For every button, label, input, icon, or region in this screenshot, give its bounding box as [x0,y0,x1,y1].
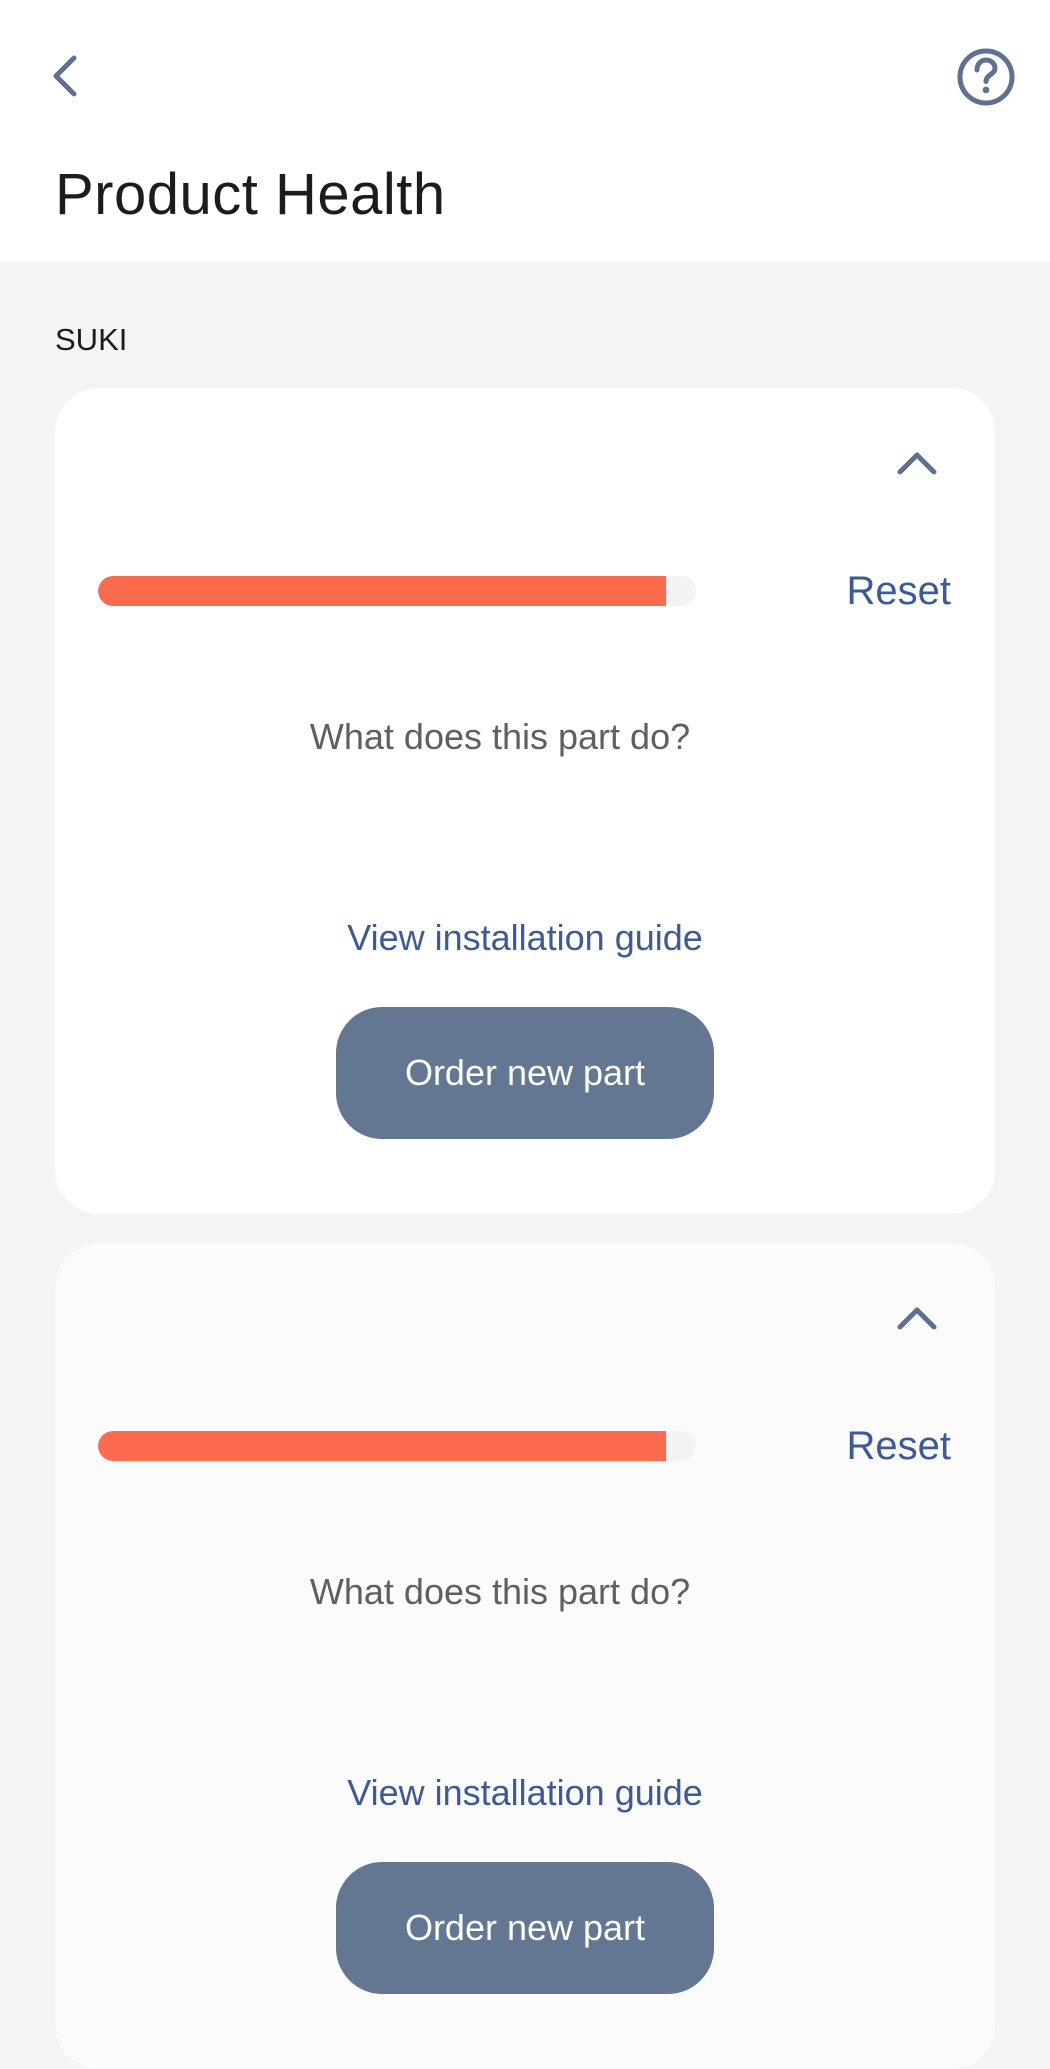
installation-guide-link[interactable]: View installation guide [55,1770,995,1816]
question-circle-icon [957,48,1015,106]
reset-button[interactable]: Reset [847,1421,952,1471]
part-health-bar [98,1431,696,1461]
reset-button[interactable]: Reset [847,566,952,616]
order-part-button[interactable]: Order new part [336,1862,714,1994]
installation-guide-link[interactable]: View installation guide [55,915,995,961]
back-button[interactable] [40,46,90,106]
order-part-button[interactable]: Order new part [336,1007,714,1139]
collapse-button[interactable] [887,1293,947,1343]
help-button[interactable] [955,46,1017,108]
part-card: Reset What does this part do? View insta… [55,388,995,1214]
device-name: SUKI [55,322,128,357]
part-card: Reset What does this part do? View insta… [55,1243,995,2069]
collapse-button[interactable] [887,438,947,488]
part-info-link[interactable]: What does this part do? [55,714,945,760]
page-title: Product Health [55,162,446,227]
chevron-up-icon [897,452,937,475]
part-info-link[interactable]: What does this part do? [55,1569,945,1615]
chevron-up-icon [897,1307,937,1330]
part-health-bar [98,576,696,606]
chevron-left-icon [53,55,77,97]
header: Product Health [0,0,1050,262]
part-health-fill [98,576,667,606]
part-health-fill [98,1431,667,1461]
